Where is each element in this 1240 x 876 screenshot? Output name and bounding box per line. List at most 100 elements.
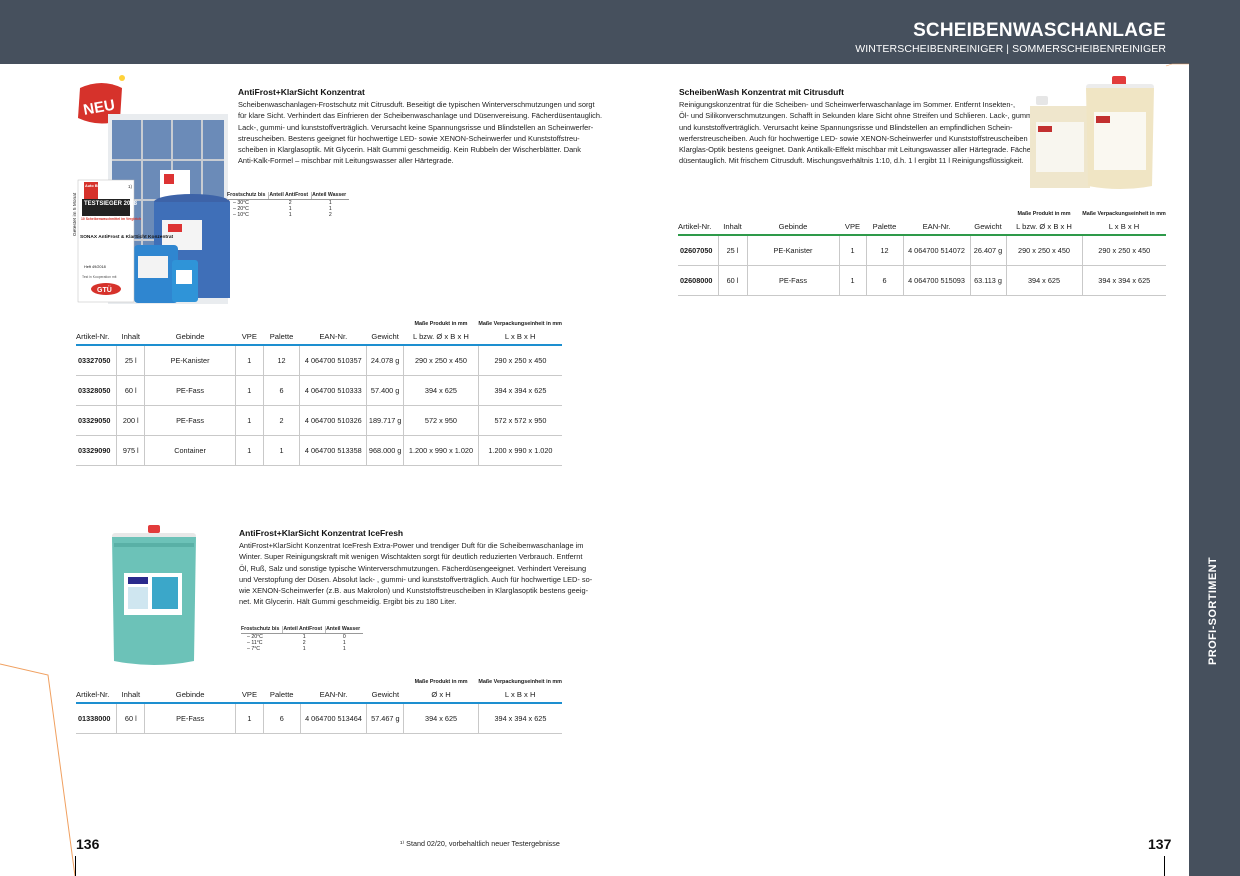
product3-desc-line: Öl- und Silikonverschmutzungen. Schafft … bbox=[679, 111, 1037, 121]
product1-desc-line: streuscheiben. Bestens geeignet für hoch… bbox=[238, 133, 580, 143]
cell-palette: 12 bbox=[263, 345, 301, 376]
cell-gewicht: 57.400 g bbox=[366, 375, 405, 406]
col-palette: Palette bbox=[263, 329, 300, 346]
cell-masse-vpe: 394 x 394 x 625 bbox=[1082, 265, 1166, 296]
product2-image bbox=[112, 525, 196, 665]
testbadge-org: GTÜ bbox=[97, 285, 112, 294]
product3-title: ScheibenWash Konzentrat mit Citrusduft bbox=[679, 87, 844, 97]
frost-cell: – 30°C bbox=[233, 200, 249, 206]
product3-desc-line: Klarglas-Optik bestens geeignet. Dank An… bbox=[679, 145, 1036, 155]
frost-cell: 2 bbox=[328, 212, 332, 219]
product2-desc-line: und Verstopfung der Düsen. Absolut lack-… bbox=[239, 574, 593, 584]
col-gewicht: Gewicht bbox=[366, 687, 404, 704]
cell-artikel-nr: 03329050 bbox=[76, 405, 118, 436]
cell-palette: 2 bbox=[263, 405, 301, 436]
masse-produkt-header: Maße Produkt in mm bbox=[1017, 211, 1071, 217]
col-palette: Palette bbox=[866, 219, 903, 236]
cell-artikel-nr: 03328050 bbox=[76, 375, 118, 406]
col-gebinde: Gebinde bbox=[144, 329, 236, 346]
col-masse-vpe: L x B x H bbox=[478, 329, 562, 346]
masse-vpe-header: Maße Verpackungseinheit in mm bbox=[1082, 211, 1166, 217]
col-artikel: Artikel-Nr. bbox=[76, 687, 117, 704]
page-number-right: 137 bbox=[1148, 836, 1172, 852]
col-vpe: VPE bbox=[839, 219, 866, 236]
testbadge-product: SONAX AntiFrost & KlarSicht Konzentrat bbox=[80, 234, 174, 240]
testbadge-issue: Heft 49/2018 bbox=[84, 265, 106, 269]
product1-desc-line: für klare Sicht. Verhindert das Einfrier… bbox=[238, 111, 602, 121]
cell-ean: 4 064700 510357 bbox=[299, 345, 368, 376]
page-number-left: 136 bbox=[76, 836, 100, 852]
cell-artikel-nr: 03327050 bbox=[76, 345, 118, 376]
cell-gebinde: PE-Fass bbox=[144, 405, 236, 436]
left-page-marker bbox=[75, 856, 76, 876]
cell-vpe: 1 bbox=[235, 375, 264, 406]
frost-cell: 1 bbox=[302, 634, 306, 640]
cell-gewicht: 63.113 g bbox=[970, 265, 1007, 296]
testbadge-coop: Test in Kooperation mit bbox=[82, 275, 117, 279]
product2-desc-line: Öl, Ruß, Salz und sonstige typische Wint… bbox=[239, 563, 587, 573]
product2-description: AntiFrost+KlarSicht Konzentrat IceFresh … bbox=[239, 540, 592, 608]
col-gewicht: Gewicht bbox=[366, 329, 404, 346]
frost-header: Anteil Wasser bbox=[325, 626, 364, 634]
cell-gebinde: PE-Kanister bbox=[747, 235, 840, 266]
cell-gebinde: PE-Fass bbox=[747, 265, 840, 296]
cell-ean: 4 064700 513358 bbox=[299, 435, 368, 466]
table-row: 02608000 60 l PE-Fass 1 6 4 064700 515093 63.1… bbox=[678, 265, 1166, 296]
col-gewicht: Gewicht bbox=[970, 219, 1006, 236]
cell-inhalt: 60 l bbox=[718, 265, 748, 296]
cell-masse-vpe: 290 x 250 x 450 bbox=[1082, 235, 1166, 266]
col-vpe: VPE bbox=[235, 687, 264, 704]
cell-vpe: 1 bbox=[235, 435, 264, 466]
col-masse-vpe: L x B x H bbox=[478, 687, 562, 704]
product3-desc-line: und kunststoffverträglich. Verursacht ke… bbox=[679, 122, 1013, 132]
testbadge-title: TESTSIEGER 2018 bbox=[84, 201, 138, 207]
col-inhalt: Inhalt bbox=[116, 687, 145, 704]
cell-gebinde: PE-Fass bbox=[144, 375, 236, 406]
cell-vpe: 1 bbox=[839, 265, 867, 296]
cell-masse-vpe: 290 x 250 x 450 bbox=[478, 345, 562, 376]
frost-row: – 20°C 1 0 bbox=[241, 634, 363, 641]
frost-cell: – 7°C bbox=[247, 646, 261, 653]
table-row: 01338000 60 l PE-Fass 1 6 4 064700 513464 57.4… bbox=[76, 703, 562, 734]
cell-gebinde: PE-Kanister bbox=[144, 345, 236, 376]
col-inhalt: Inhalt bbox=[718, 219, 747, 236]
table-row: 03329050 200 l PE-Fass 1 2 4 064700 510326 189… bbox=[76, 405, 562, 436]
test-side-text: Getestet im 5 Monat bbox=[73, 192, 78, 236]
product2-desc-line: Winter. Super Reinigungskraft mit wenige… bbox=[239, 552, 583, 562]
testbadge-brand: Auto Bild bbox=[85, 184, 103, 188]
cell-masse-vpe: 572 x 572 x 950 bbox=[478, 405, 562, 436]
frost-header: Frostschutz bis bbox=[241, 626, 284, 634]
col-ean: EAN-Nr. bbox=[299, 329, 367, 346]
cell-masse-produkt: 290 x 250 x 450 bbox=[403, 345, 479, 376]
cell-masse-vpe: 394 x 394 x 625 bbox=[478, 375, 562, 406]
cell-inhalt: 60 l bbox=[116, 375, 146, 406]
product3-desc-line: Reinigungskonzentrat für die Scheiben- u… bbox=[679, 100, 1016, 109]
cell-gewicht: 189.717 g bbox=[366, 405, 405, 436]
col-ean: EAN-Nr. bbox=[300, 687, 367, 704]
cell-gebinde: Container bbox=[144, 435, 236, 466]
cell-ean: 4 064700 514072 bbox=[903, 235, 971, 266]
cell-gewicht: 26.407 g bbox=[970, 235, 1007, 266]
cell-inhalt: 200 l bbox=[116, 405, 146, 436]
cell-masse-produkt: 394 x 625 bbox=[1006, 265, 1083, 296]
frost-cell: 1 bbox=[328, 200, 332, 206]
cell-masse-vpe: 394 x 394 x 625 bbox=[478, 703, 562, 734]
frost-row: – 10°C 1 2 bbox=[227, 212, 349, 218]
product2-title: AntiFrost+KlarSicht Konzentrat IceFresh bbox=[239, 528, 404, 538]
product1-desc-line: Lack-, gummi- und kunststoffverträglich.… bbox=[238, 122, 594, 132]
cell-masse-vpe: 1.200 x 990 x 1.020 bbox=[478, 435, 562, 466]
cell-gebinde: PE-Fass bbox=[144, 703, 237, 734]
col-vpe: VPE bbox=[235, 329, 264, 346]
cell-masse-produkt: 572 x 950 bbox=[403, 405, 479, 436]
col-masse-vpe: L x B x H bbox=[1082, 219, 1166, 236]
masse-produkt-header: Maße Produkt in mm bbox=[414, 321, 468, 327]
cell-ean: 4 064700 510333 bbox=[299, 375, 368, 406]
cell-palette: 6 bbox=[263, 703, 301, 734]
col-gebinde: Gebinde bbox=[747, 219, 839, 236]
product1-image: NEU Auto Bild 1) TESTSIEGER 2018 10 Sche… bbox=[77, 75, 230, 304]
product1-desc-line: scheiben in Klarglasoptik. Mit Glycerin.… bbox=[238, 145, 581, 155]
frost-cell: – 10°C bbox=[233, 212, 249, 219]
frost-header: Anteil AntiFrost bbox=[282, 626, 327, 634]
cell-palette: 12 bbox=[866, 235, 904, 266]
cell-gewicht: 24.078 g bbox=[366, 345, 405, 376]
